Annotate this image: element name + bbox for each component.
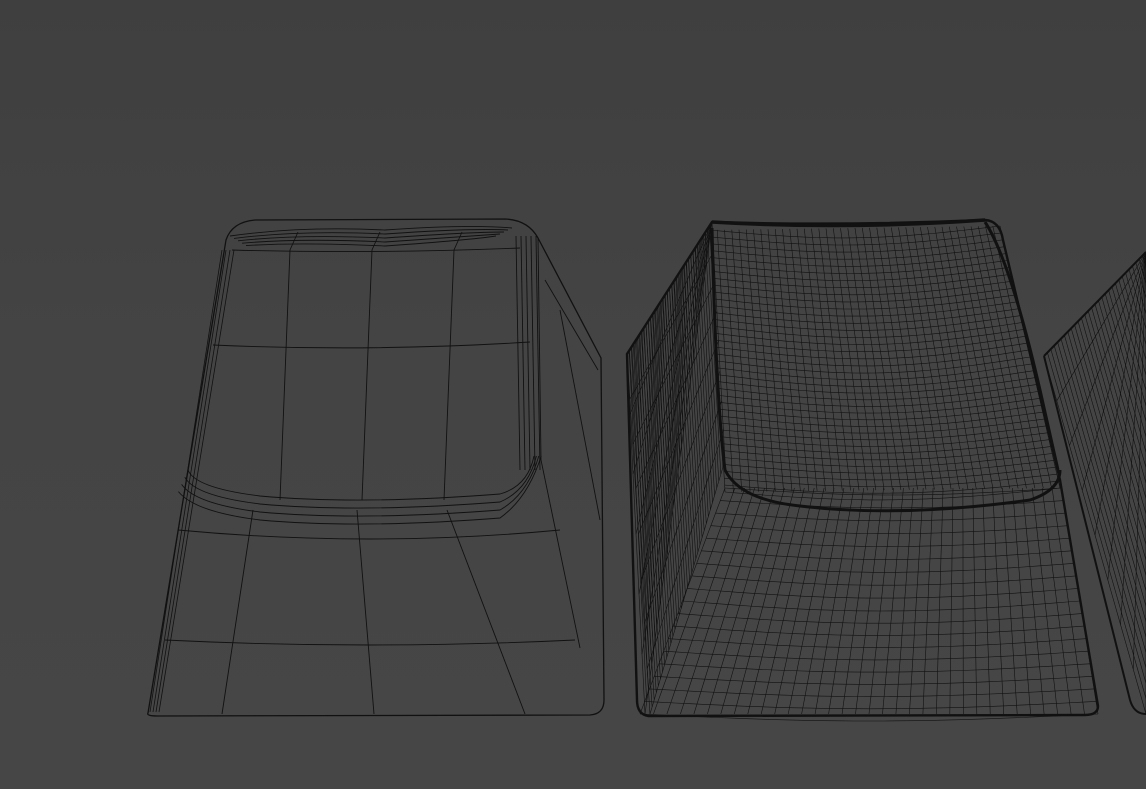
front-loop xyxy=(164,639,576,646)
front-face-u xyxy=(693,487,765,715)
keycap-low-poly xyxy=(147,218,605,717)
right-side-v xyxy=(1053,345,1146,668)
front-face-u xyxy=(855,487,884,715)
right-side-v xyxy=(1067,331,1146,607)
front-face-u xyxy=(936,487,944,715)
front-face-u xyxy=(972,487,978,715)
dish-rim xyxy=(187,455,535,501)
face-loop xyxy=(361,231,381,501)
front-loop xyxy=(221,509,254,715)
rim-vertical xyxy=(520,235,526,471)
top-dish-u xyxy=(847,228,885,491)
top-dish-u xyxy=(927,226,977,490)
front-face-u xyxy=(720,487,785,715)
front-face-u xyxy=(801,487,845,715)
outline xyxy=(1043,251,1146,357)
dish-rim xyxy=(181,455,540,517)
top-dish-u xyxy=(833,228,868,491)
keycap-subdivided xyxy=(625,218,1100,722)
front-face-u xyxy=(747,487,805,715)
front-face-u xyxy=(841,487,874,715)
right-side-v xyxy=(1121,276,1146,360)
dish-rim xyxy=(178,455,542,525)
left-side2-v xyxy=(662,298,682,609)
right-side-v xyxy=(1043,355,1146,715)
top-dish-u xyxy=(789,228,818,491)
rim-vertical xyxy=(530,235,536,471)
face-loop xyxy=(279,231,299,501)
front-face-u xyxy=(992,487,1004,715)
front-face-u xyxy=(814,487,855,715)
front-face-u xyxy=(760,487,815,715)
front-loop xyxy=(446,509,526,715)
side-loop xyxy=(544,279,599,371)
right-side-v xyxy=(1125,272,1146,345)
front-loop xyxy=(177,529,561,540)
right-side-v xyxy=(1084,314,1146,530)
left-side-v xyxy=(675,278,684,432)
front-face-u xyxy=(895,487,914,715)
top-dish-u xyxy=(825,228,860,491)
side-loop xyxy=(559,309,601,521)
face-loop xyxy=(231,247,521,253)
top-dish-u xyxy=(941,226,994,489)
front-face-u xyxy=(982,487,991,715)
right-side-v xyxy=(1104,293,1146,437)
right-side-v xyxy=(1118,279,1146,376)
top-dish-u xyxy=(985,226,1044,489)
front-face-u xyxy=(787,487,835,715)
top-dish-u xyxy=(782,228,810,492)
right-side-v xyxy=(1128,269,1146,330)
right-side-v xyxy=(1098,300,1146,468)
right-side-v xyxy=(1087,310,1146,514)
3d-viewport[interactable] xyxy=(0,0,1146,789)
top-dish-u xyxy=(775,229,801,492)
rim-vertical xyxy=(525,235,531,471)
right-side-v xyxy=(1074,324,1146,576)
side-loop xyxy=(537,237,581,649)
right-side-v xyxy=(1115,283,1146,391)
right-side-v xyxy=(1077,321,1146,561)
right-side-v xyxy=(1081,317,1146,545)
front-face-u xyxy=(882,487,904,715)
front-face-u xyxy=(949,487,954,715)
front-face-u xyxy=(774,487,825,715)
front-face-u xyxy=(922,487,934,715)
left-edge xyxy=(149,249,223,713)
top-rim xyxy=(241,233,501,244)
left-edge xyxy=(152,249,227,713)
rim-vertical xyxy=(515,235,521,471)
right-side-v xyxy=(1091,307,1146,499)
front-loop xyxy=(356,509,375,715)
front-face-u xyxy=(1032,487,1058,715)
right-side-v xyxy=(1132,265,1146,314)
front-face-u xyxy=(828,487,865,715)
front-face-u xyxy=(868,487,894,715)
face-loop xyxy=(212,341,531,349)
wireframe-scene xyxy=(147,218,1146,722)
face-loop xyxy=(443,231,463,501)
right-side-v xyxy=(1111,286,1146,407)
front-face-u xyxy=(909,487,924,715)
